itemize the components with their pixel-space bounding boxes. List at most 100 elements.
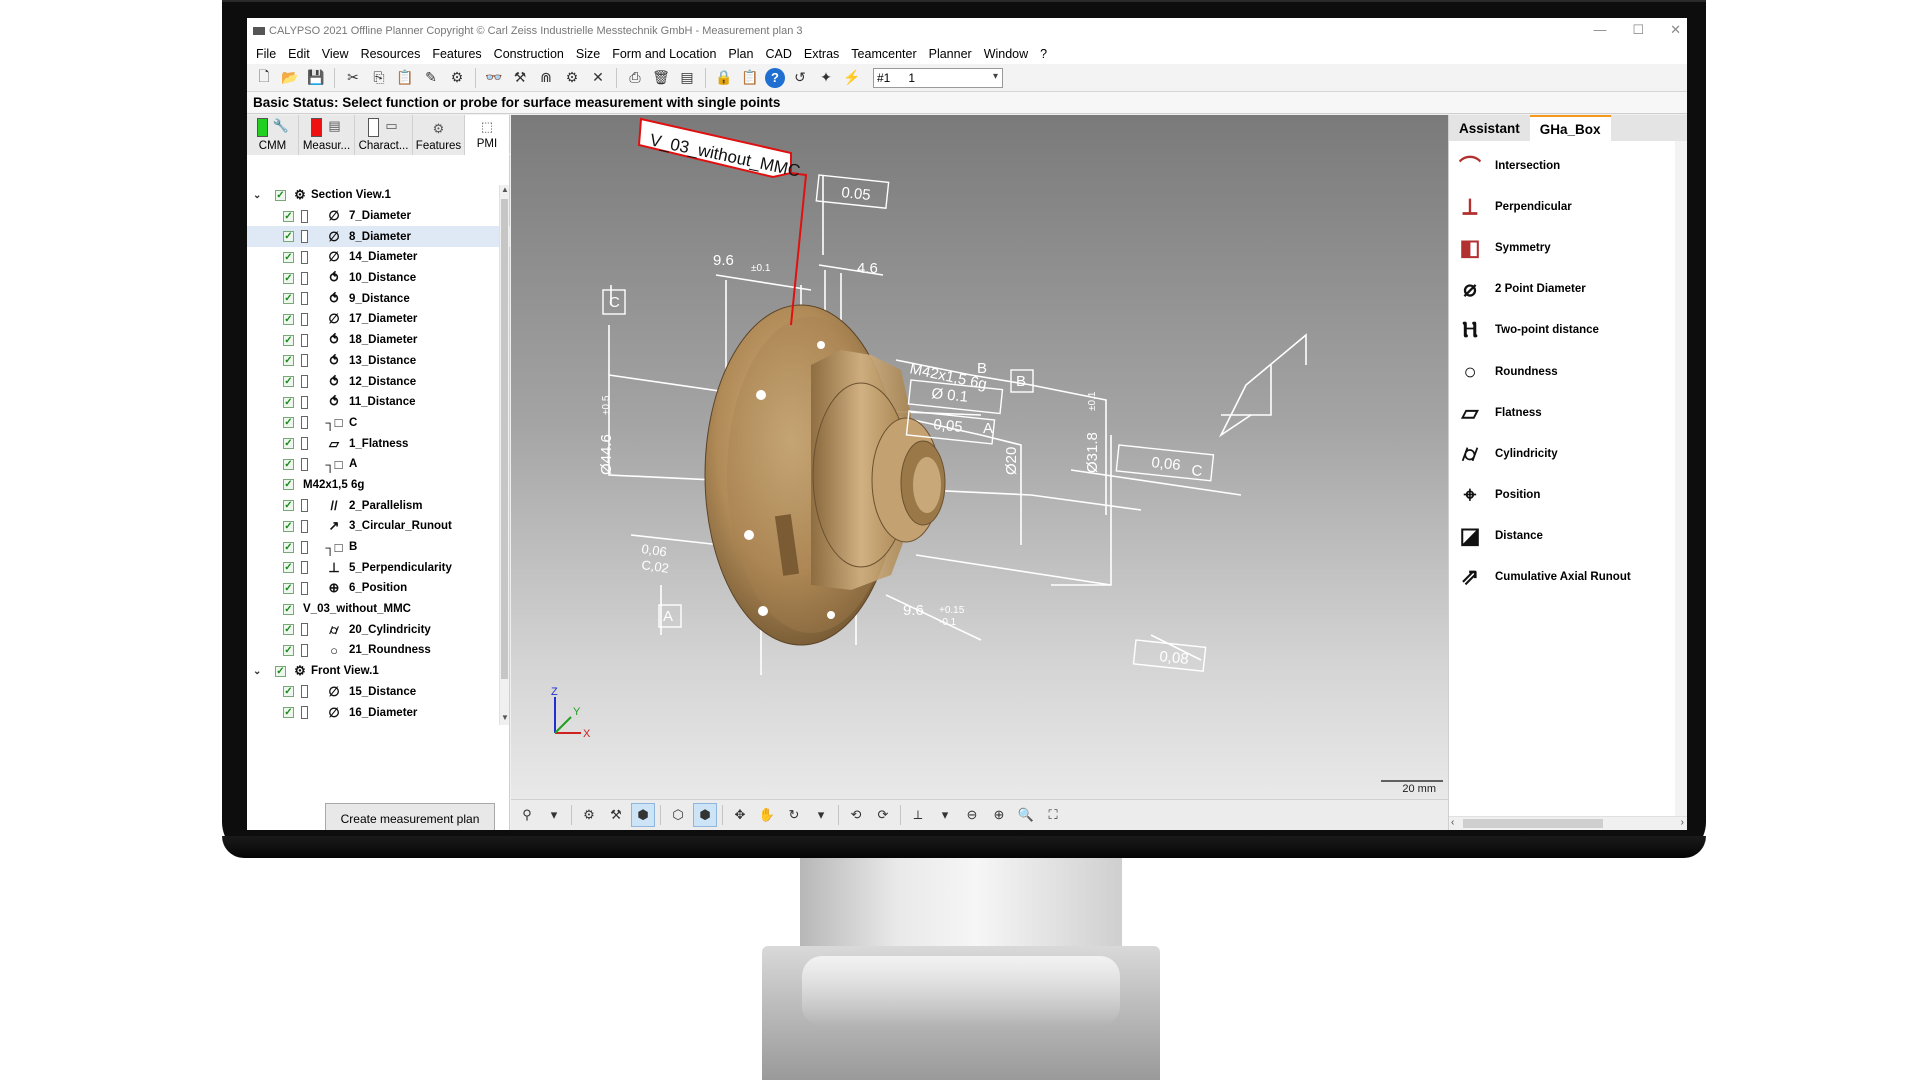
scroll-up-icon[interactable]: ▲	[500, 185, 510, 197]
tree-checkbox[interactable]: ✓	[283, 624, 294, 636]
tree-checkbox[interactable]: ✓	[283, 582, 294, 594]
right-panel-horizontal-scrollbar[interactable]: ‹ ›	[1449, 816, 1687, 830]
wireframe-icon[interactable]: ⬡	[666, 803, 690, 827]
zoom-window-icon[interactable]: 🔍	[1014, 803, 1038, 827]
scroll-left-icon[interactable]: ‹	[1451, 817, 1454, 828]
paste-icon[interactable]: 📋	[394, 67, 416, 89]
expand-caret-icon[interactable]: ⌄	[253, 666, 261, 677]
tree-row[interactable]: ✓ ⊕ 6_Position	[247, 578, 510, 599]
menu-edit[interactable]: Edit	[282, 47, 316, 61]
tree-checkbox[interactable]: ✓	[283, 458, 294, 470]
magnet-icon[interactable]: ⋒	[535, 67, 557, 89]
zoom-in-icon[interactable]: ⊕	[987, 803, 1011, 827]
rotate-left-icon[interactable]: ⟲	[844, 803, 868, 827]
tree-row[interactable]: ✓ ┐□ C	[247, 413, 510, 434]
maximize-button[interactable]: ☐	[1632, 22, 1644, 38]
menu-file[interactable]: File	[250, 47, 282, 61]
tool-two-point-diameter[interactable]: ⌀ 2 Point Diameter	[1453, 269, 1673, 310]
menu-teamcenter[interactable]: Teamcenter	[845, 47, 922, 61]
tree-row[interactable]: ✓ ⌭ 20_Cylindricity	[247, 619, 510, 640]
tree-checkbox[interactable]: ✓	[275, 665, 286, 677]
delete-icon[interactable]: 🗑	[650, 67, 672, 89]
tab-characteristics[interactable]: ▭ Charact...	[355, 115, 413, 155]
binoculars-icon[interactable]: 👓	[483, 67, 505, 89]
tree-row[interactable]: ✓ ∅ 8_Diameter	[247, 226, 510, 248]
tool-intersection[interactable]: ⌒ Intersection	[1453, 145, 1673, 186]
coordinate-system-icon[interactable]: ⟂	[906, 803, 930, 827]
tab-features[interactable]: ⚙ Features	[413, 115, 465, 155]
chevron-down-icon[interactable]: ▾	[542, 803, 566, 827]
minimize-button[interactable]: —	[1593, 22, 1606, 38]
tree-checkbox[interactable]: ✓	[283, 376, 294, 388]
tool-distance[interactable]: ◪ Distance	[1453, 516, 1673, 557]
tree-checkbox[interactable]: ✓	[283, 500, 294, 512]
tree-checkbox[interactable]: ✓	[283, 707, 294, 719]
feature-tool-icon[interactable]: ⚒	[509, 67, 531, 89]
probe-icon[interactable]: ⚙	[446, 67, 468, 89]
multi-select-icon[interactable]: ⚒	[604, 803, 628, 827]
tree-row[interactable]: ✓ ⥀ 10_Distance	[247, 268, 510, 289]
tools-icon[interactable]: ✕	[587, 67, 609, 89]
rotate-right-icon[interactable]: ⟳	[871, 803, 895, 827]
expand-caret-icon[interactable]: ⌄	[253, 190, 261, 201]
tool-two-point-distance[interactable]: Ⲏ Two-point distance	[1453, 310, 1673, 351]
tree-scroll-thumb[interactable]	[501, 199, 508, 679]
tree-row[interactable]: ✓ ∅ 7_Diameter	[247, 206, 510, 227]
tree-row[interactable]: ✓ ∅ 15_Distance	[247, 682, 510, 703]
zoom-fit-icon[interactable]: ⛶	[1041, 803, 1065, 827]
help-icon[interactable]: ?	[765, 67, 785, 88]
tree-checkbox[interactable]: ✓	[283, 210, 294, 222]
tree-row[interactable]: ✓ ↗ 3_Circular_Runout	[247, 516, 510, 537]
tree-group-row[interactable]: ⌄ ✓ ⚙ Front View.1	[247, 661, 510, 682]
lock-icon[interactable]: 🔒	[713, 67, 735, 89]
open-file-icon[interactable]: 📂	[279, 67, 301, 89]
tree-checkbox[interactable]: ✓	[283, 686, 294, 698]
menu-construction[interactable]: Construction	[488, 47, 570, 61]
select-mode-icon[interactable]: ⚲	[515, 803, 539, 827]
tree-checkbox[interactable]: ✓	[283, 562, 294, 574]
tool-roundness[interactable]: ○ Roundness	[1453, 351, 1673, 392]
tree-row[interactable]: ✓ // 2_Parallelism	[247, 495, 510, 516]
tree-checkbox[interactable]: ✓	[283, 231, 294, 243]
menu-window[interactable]: Window	[978, 47, 1034, 61]
bolt-icon[interactable]: ⚡	[841, 67, 863, 89]
tree-checkbox[interactable]: ✓	[283, 541, 294, 553]
menu-extras[interactable]: Extras	[798, 47, 845, 61]
menu-planner[interactable]: Planner	[923, 47, 978, 61]
tree-row[interactable]: ✓ ┐□ B	[247, 537, 510, 558]
tab-gha-box[interactable]: GHa_Box	[1529, 115, 1611, 141]
tree-row[interactable]: ✓ ⥀ 11_Distance	[247, 392, 510, 413]
tree-row[interactable]: ✓ M42x1,5 6g	[247, 475, 510, 496]
run-icon[interactable]: ↺	[789, 67, 811, 89]
tree-row[interactable]: ✓ ∅ 17_Diameter	[247, 309, 510, 330]
new-file-icon[interactable]: 🗋	[253, 67, 275, 89]
scroll-down-icon[interactable]: ▼	[500, 713, 510, 725]
menu-cad[interactable]: CAD	[759, 47, 797, 61]
tree-row[interactable]: ✓ ┐□ A	[247, 454, 510, 475]
close-button[interactable]: ✕	[1670, 22, 1681, 38]
chevron-down-icon[interactable]: ▾	[933, 803, 957, 827]
tree-row[interactable]: ✓ ⥀ 9_Distance	[247, 288, 510, 309]
scroll-right-icon[interactable]: ›	[1681, 817, 1684, 828]
save-icon[interactable]: 💾	[305, 67, 327, 89]
rotate-icon[interactable]: ↻	[782, 803, 806, 827]
hand-icon[interactable]: ✋	[755, 803, 779, 827]
menu-view[interactable]: View	[316, 47, 355, 61]
tree-checkbox[interactable]: ✓	[283, 644, 294, 656]
tab-assistant[interactable]: Assistant	[1449, 115, 1530, 141]
pan-icon[interactable]: ✥	[728, 803, 752, 827]
tab-measurement[interactable]: ▤ Measur...	[299, 115, 355, 155]
tree-checkbox[interactable]: ✓	[283, 272, 294, 284]
right-panel-vertical-scrollbar[interactable]	[1675, 141, 1687, 821]
tree-group-row[interactable]: ⌄ ✓ ⚙ Section View.1	[247, 185, 510, 206]
tree-checkbox[interactable]: ✓	[283, 313, 294, 325]
tree-checkbox[interactable]: ✓	[283, 417, 294, 429]
shaded-view-icon[interactable]: ⬢	[631, 803, 655, 827]
tree-checkbox[interactable]: ✓	[283, 251, 294, 263]
tree-checkbox[interactable]: ✓	[283, 603, 294, 615]
tab-cmm[interactable]: 🔧 CMM	[247, 115, 299, 155]
cut-icon[interactable]: ✂	[342, 67, 364, 89]
menu-resources[interactable]: Resources	[355, 47, 427, 61]
construction-icon[interactable]: ⚙	[561, 67, 583, 89]
tree-checkbox[interactable]: ✓	[283, 396, 294, 408]
